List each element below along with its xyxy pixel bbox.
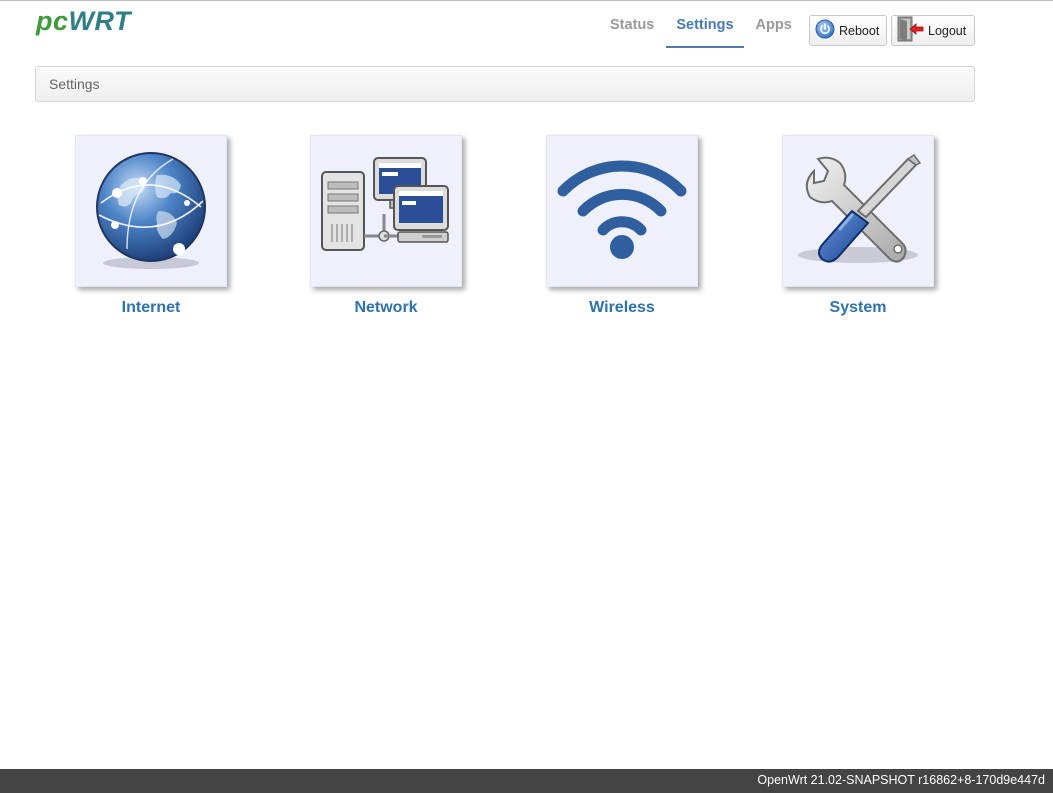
nav-apps[interactable]: Apps [746, 0, 802, 48]
pcwrt-logo[interactable]: pcWRT [36, 6, 131, 37]
reboot-button-label: Reboot [839, 23, 880, 38]
tile-internet-box[interactable] [75, 135, 227, 287]
nav-status[interactable]: Status [600, 0, 664, 48]
tile-network[interactable]: Network [310, 135, 462, 317]
logout-button[interactable]: Logout [891, 15, 975, 46]
breadcrumb-current: Settings [49, 76, 100, 92]
tile-wireless-box[interactable] [546, 135, 698, 287]
top-nav: Status Settings Apps [600, 0, 802, 48]
tile-system[interactable]: System [782, 135, 934, 317]
logout-button-label: Logout [928, 23, 967, 38]
footer-version-text: OpenWrt 21.02-SNAPSHOT r16862+8-170d9e44… [757, 773, 1045, 787]
network-computers-icon [318, 154, 454, 269]
tile-internet-label[interactable]: Internet [75, 299, 227, 317]
logout-door-icon [896, 16, 926, 45]
wifi-icon [557, 159, 687, 264]
tile-system-box[interactable] [782, 135, 934, 287]
tools-icon [790, 149, 926, 274]
globe-icon [87, 145, 215, 278]
tile-system-label[interactable]: System [782, 299, 934, 317]
logo-part-pc: pc [36, 6, 69, 36]
nav-settings[interactable]: Settings [666, 0, 744, 48]
breadcrumb: Settings [35, 66, 975, 102]
reboot-button[interactable]: Reboot [809, 15, 887, 46]
top-border-line [0, 0, 1053, 1]
footer-bar: OpenWrt 21.02-SNAPSHOT r16862+8-170d9e44… [0, 769, 1053, 793]
tile-network-box[interactable] [310, 135, 462, 287]
logo-part-wrt: WRT [68, 6, 132, 36]
power-icon [815, 19, 835, 42]
tile-network-label[interactable]: Network [310, 299, 462, 317]
tile-wireless-label[interactable]: Wireless [546, 299, 698, 317]
tile-internet[interactable]: Internet [75, 135, 227, 317]
tile-wireless[interactable]: Wireless [546, 135, 698, 317]
